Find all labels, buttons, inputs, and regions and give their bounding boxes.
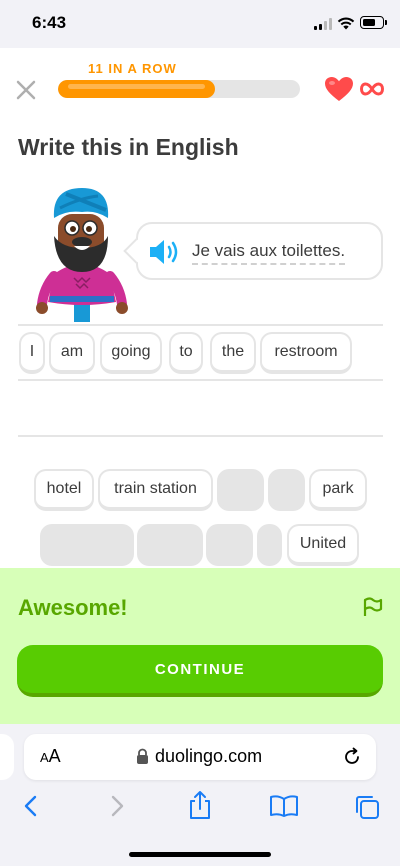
progress-fill: [58, 80, 216, 98]
answer-tile[interactable]: I: [19, 332, 45, 374]
heart-icon: [325, 77, 353, 101]
answer-tile[interactable]: restroom: [260, 332, 352, 374]
answer-tile[interactable]: the: [210, 332, 256, 374]
wifi-icon: [337, 17, 355, 30]
word-bank-placeholder: [40, 524, 134, 566]
word-bank-tile[interactable]: park: [309, 469, 367, 511]
cellular-signal-icon: [314, 18, 332, 30]
feedback-panel: Awesome! CONTINUE: [0, 568, 400, 724]
source-sentence[interactable]: Je vais aux toilettes.: [192, 241, 346, 265]
word-bank-tile[interactable]: hotel: [34, 469, 94, 511]
home-indicator: [129, 852, 271, 857]
url-text[interactable]: duolingo.com: [155, 746, 262, 767]
streak-label: 11 IN A ROW: [88, 61, 177, 76]
status-bar: 6:43: [0, 0, 400, 48]
answer-line-top: [18, 324, 383, 326]
status-time: 6:43: [32, 13, 67, 32]
forward-icon[interactable]: [108, 794, 126, 818]
reload-icon[interactable]: [342, 747, 362, 767]
answer-tile[interactable]: to: [169, 332, 203, 374]
word-bank-placeholder: [137, 524, 203, 566]
tabs-icon[interactable]: [354, 794, 380, 820]
share-icon[interactable]: [187, 790, 213, 820]
prompt-title: Write this in English: [18, 134, 239, 160]
feedback-title: Awesome!: [18, 595, 128, 620]
battery-icon: [360, 16, 387, 29]
word-bank-placeholder: [206, 524, 253, 566]
back-icon[interactable]: [22, 794, 40, 818]
continue-button[interactable]: CONTINUE: [17, 645, 383, 697]
answer-tile[interactable]: going: [100, 332, 162, 374]
answer-tile[interactable]: am: [49, 332, 95, 374]
infinity-icon: [360, 82, 384, 96]
bookmarks-icon[interactable]: [269, 794, 299, 818]
speech-bubble: Je vais aux toilettes.: [123, 222, 383, 280]
word-bank-tile[interactable]: train station: [98, 469, 213, 511]
text-size-button[interactable]: AA: [40, 746, 61, 767]
browser-toolbar: AA duolingo.com: [0, 724, 400, 866]
close-button[interactable]: [14, 78, 38, 102]
close-icon: [16, 80, 36, 100]
lock-icon: [137, 748, 148, 764]
answer-line-bottom: [18, 435, 383, 437]
previous-tab-preview[interactable]: [0, 734, 14, 780]
word-bank-placeholder: [217, 469, 264, 511]
word-bank-tile[interactable]: United: [287, 524, 359, 566]
speaker-icon[interactable]: [148, 238, 182, 266]
flag-icon[interactable]: [362, 596, 384, 618]
word-bank-placeholder: [257, 524, 282, 566]
lesson-progress-bar: [58, 80, 300, 98]
character-illustration: [36, 188, 128, 322]
answer-line-middle: [18, 379, 383, 381]
word-bank-placeholder: [268, 469, 305, 511]
address-bar[interactable]: AA duolingo.com: [24, 734, 376, 780]
